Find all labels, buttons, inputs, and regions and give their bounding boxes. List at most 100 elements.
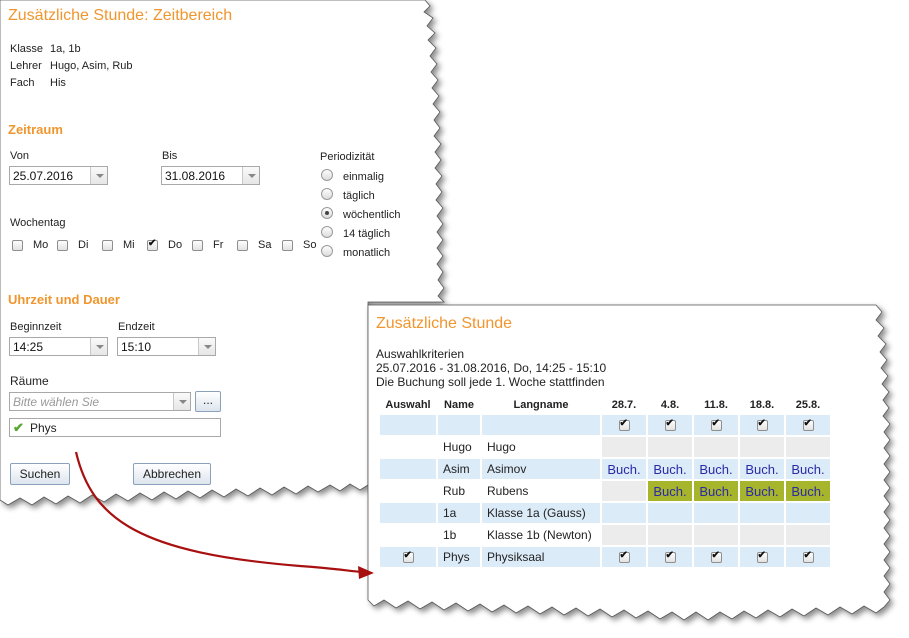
checkmark-icon: ✔ <box>665 550 674 562</box>
von-dropdown-arrow-icon[interactable] <box>90 167 107 184</box>
table-row[interactable]: Hugo Hugo <box>380 437 830 457</box>
date-cell[interactable] <box>740 437 784 457</box>
table-row[interactable]: ✔ ✔ ✔ ✔ ✔ <box>380 415 830 435</box>
date-cell[interactable]: ✔ <box>648 415 692 435</box>
grid-checkbox[interactable]: ✔ <box>402 550 414 564</box>
grid-checkbox[interactable]: ✔ <box>802 550 814 564</box>
date-cell[interactable] <box>648 437 692 457</box>
periodizitaet-radio-3[interactable] <box>321 226 333 238</box>
select-cell[interactable] <box>380 481 436 501</box>
column-header[interactable]: Auswahl <box>380 397 436 413</box>
table-row[interactable]: Asim Asimov Buch. Buch. Buch. Buch. Buch. <box>380 459 830 479</box>
bis-date-input[interactable]: 31.08.2016 <box>161 166 260 185</box>
date-cell[interactable] <box>786 503 830 523</box>
date-cell[interactable]: ✔ <box>648 547 692 567</box>
von-date-input[interactable]: 25.07.2016 <box>9 166 108 185</box>
column-header[interactable]: 11.8. <box>694 397 738 413</box>
periodizitaet-radio-2[interactable] <box>321 207 333 219</box>
date-cell[interactable] <box>602 525 646 545</box>
zeitraum-heading: Zeitraum <box>8 122 63 137</box>
column-header[interactable]: 18.8. <box>740 397 784 413</box>
date-cell[interactable] <box>740 503 784 523</box>
booked-cell[interactable]: Buch. <box>740 459 784 479</box>
booked-cell[interactable]: Buch. <box>648 481 692 501</box>
date-cell[interactable] <box>694 525 738 545</box>
cancel-button[interactable]: Abbrechen <box>133 463 211 485</box>
search-button[interactable]: Suchen <box>10 463 70 485</box>
select-cell[interactable] <box>380 415 436 435</box>
date-cell[interactable] <box>648 503 692 523</box>
column-header[interactable]: Name <box>438 397 480 413</box>
table-row[interactable]: Rub Rubens Buch. Buch. Buch. Buch. <box>380 481 830 501</box>
date-cell[interactable] <box>786 525 830 545</box>
select-cell[interactable] <box>380 525 436 545</box>
date-cell[interactable] <box>602 481 646 501</box>
grid-checkbox[interactable]: ✔ <box>664 550 676 564</box>
raeume-more-button[interactable]: ... <box>195 391 221 412</box>
table-row[interactable]: ✔ Phys Physiksaal ✔ ✔ ✔ ✔ ✔ <box>380 547 830 567</box>
date-cell[interactable]: ✔ <box>786 547 830 567</box>
select-cell[interactable] <box>380 503 436 523</box>
longname-cell: Klasse 1b (Newton) <box>482 525 600 545</box>
select-cell[interactable] <box>380 437 436 457</box>
von-date-value: 25.07.2016 <box>13 169 74 183</box>
periodizitaet-radio-1[interactable] <box>321 188 333 200</box>
weekday-checkbox-5[interactable] <box>237 240 248 251</box>
date-cell[interactable] <box>602 437 646 457</box>
grid-checkbox[interactable]: ✔ <box>756 550 768 564</box>
grid-checkbox[interactable]: ✔ <box>618 418 630 432</box>
weekday-checkbox-6[interactable] <box>282 240 293 251</box>
periodizitaet-radio-4[interactable] <box>321 245 333 257</box>
booked-cell[interactable]: Buch. <box>694 481 738 501</box>
column-header[interactable]: 4.8. <box>648 397 692 413</box>
booked-cell[interactable]: Buch. <box>786 481 830 501</box>
end-dropdown-arrow-icon[interactable] <box>198 338 215 355</box>
grid-checkbox[interactable]: ✔ <box>710 418 722 432</box>
booked-cell[interactable]: Buch. <box>694 459 738 479</box>
date-cell[interactable]: ✔ <box>786 415 830 435</box>
checkmark-icon: ✔ <box>619 550 628 562</box>
weekday-checkbox-0[interactable] <box>12 240 23 251</box>
bis-dropdown-arrow-icon[interactable] <box>242 167 259 184</box>
select-cell[interactable]: ✔ <box>380 547 436 567</box>
date-cell[interactable]: ✔ <box>740 415 784 435</box>
date-cell[interactable] <box>694 437 738 457</box>
date-cell[interactable]: ✔ <box>694 547 738 567</box>
date-cell[interactable]: ✔ <box>602 547 646 567</box>
column-header[interactable]: Langname <box>482 397 600 413</box>
selected-room-tag[interactable]: ✔ Phys <box>9 418 221 437</box>
grid-checkbox[interactable]: ✔ <box>618 550 630 564</box>
date-cell[interactable] <box>694 503 738 523</box>
date-cell[interactable] <box>602 503 646 523</box>
booked-cell[interactable]: Buch. <box>786 459 830 479</box>
date-cell[interactable] <box>740 525 784 545</box>
periodizitaet-radio-0[interactable] <box>321 169 333 181</box>
table-row[interactable]: 1b Klasse 1b (Newton) <box>380 525 830 545</box>
table-row[interactable]: 1a Klasse 1a (Gauss) <box>380 503 830 523</box>
weekday-checkbox-3[interactable]: ✔ <box>147 238 158 251</box>
panel2-title: Zusätzliche Stunde <box>376 315 513 332</box>
grid-checkbox[interactable]: ✔ <box>802 418 814 432</box>
end-time-input[interactable]: 15:10 <box>117 337 216 356</box>
date-cell[interactable]: ✔ <box>694 415 738 435</box>
beginn-time-input[interactable]: 14:25 <box>9 337 108 356</box>
date-cell[interactable] <box>786 437 830 457</box>
booked-cell[interactable]: Buch. <box>602 459 646 479</box>
grid-checkbox[interactable]: ✔ <box>710 550 722 564</box>
date-cell[interactable]: ✔ <box>602 415 646 435</box>
grid-checkbox[interactable]: ✔ <box>756 418 768 432</box>
weekday-checkbox-1[interactable] <box>57 240 68 251</box>
date-cell[interactable] <box>648 525 692 545</box>
grid-checkbox[interactable]: ✔ <box>664 418 676 432</box>
booked-cell[interactable]: Buch. <box>740 481 784 501</box>
weekday-checkbox-2[interactable] <box>102 240 113 251</box>
date-cell[interactable]: ✔ <box>740 547 784 567</box>
weekday-checkbox-4[interactable] <box>192 240 203 251</box>
column-header[interactable]: 25.8. <box>786 397 830 413</box>
beginn-dropdown-arrow-icon[interactable] <box>90 338 107 355</box>
raeume-select[interactable]: Bitte wählen Sie <box>9 392 191 411</box>
booked-cell[interactable]: Buch. <box>648 459 692 479</box>
column-header[interactable]: 28.7. <box>602 397 646 413</box>
select-cell[interactable] <box>380 459 436 479</box>
raeume-dropdown-arrow-icon[interactable] <box>173 393 190 410</box>
